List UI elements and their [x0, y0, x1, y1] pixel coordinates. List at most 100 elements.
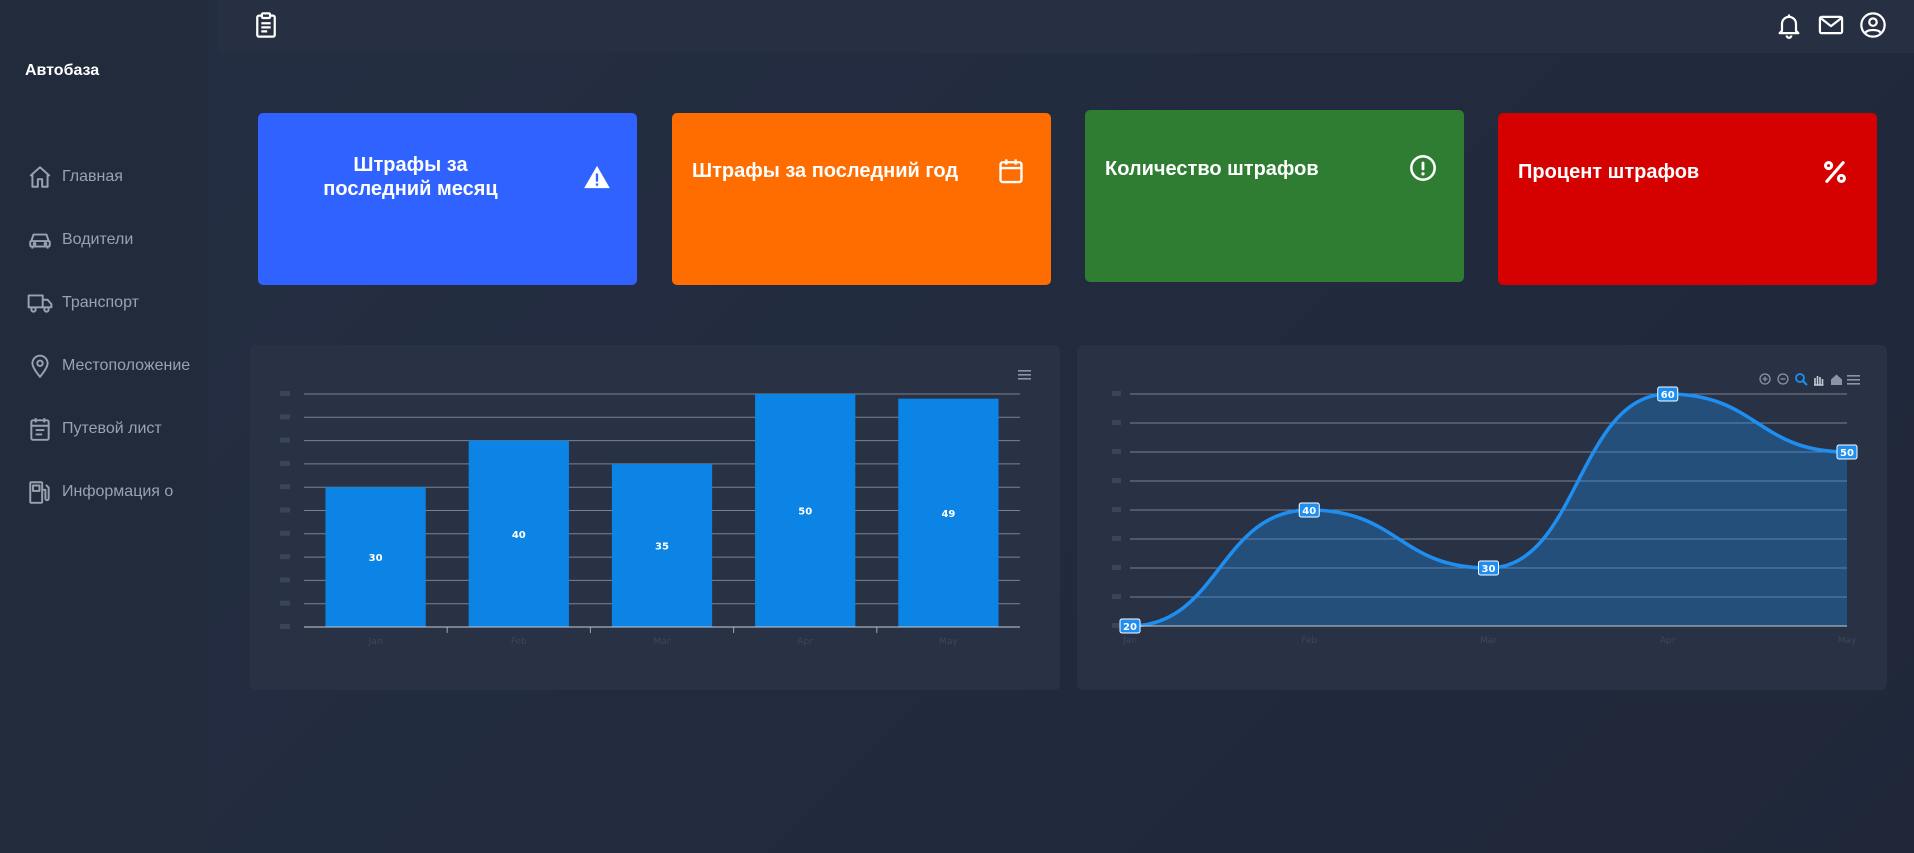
x-tick-label: Jan	[368, 637, 383, 647]
bell-icon[interactable]	[1775, 11, 1803, 39]
location-pin-icon	[31, 354, 49, 378]
y-tick-label	[280, 530, 290, 536]
home-icon	[29, 165, 51, 188]
x-tick-label: Apr	[797, 637, 813, 647]
calendar-icon	[999, 159, 1023, 184]
brand-title: Автобаза	[25, 62, 100, 79]
card-fines-last-month[interactable]: Штрафы за последний месяц	[258, 113, 637, 285]
menu-icon-line	[1847, 375, 1860, 377]
sidebar-item-label: Местоположение	[62, 356, 191, 374]
data-label: 50	[798, 507, 812, 518]
sidebar-item-transport[interactable]: Транспорт	[0, 271, 208, 334]
card-title: Количество штрафов	[1105, 158, 1319, 180]
y-tick-label	[280, 600, 290, 606]
y-tick-label	[1112, 420, 1121, 425]
x-tick-label: Feb	[1301, 636, 1317, 646]
data-label: 60	[1661, 390, 1675, 401]
sidebar-item-waybill[interactable]: Путевой лист	[0, 397, 208, 460]
chart-toolbar	[1759, 373, 1842, 386]
data-label: 50	[1840, 448, 1854, 459]
pan-icon[interactable]	[1814, 376, 1824, 386]
x-tick-label: Mar	[654, 637, 671, 647]
car-icon	[29, 233, 51, 249]
menu-icon-line	[1847, 379, 1860, 381]
menu-icon-line	[1018, 378, 1031, 380]
y-tick-label	[280, 624, 290, 629]
card-title: Штрафы за последний месяц	[323, 154, 498, 200]
area-chart-panel: 20 Jan 40 Feb 30 Mar 60 Apr 50 May	[1077, 345, 1887, 690]
alert-circle-icon	[1410, 155, 1436, 181]
zoom-out-icon[interactable]	[1777, 373, 1789, 385]
y-tick-label	[1112, 391, 1121, 396]
y-tick-label	[1112, 507, 1121, 512]
sidebar: Автобаза Главная Водители Транспорт Мест…	[0, 0, 208, 853]
sidebar-item-location[interactable]: Местоположение	[0, 334, 208, 397]
truck-icon	[27, 293, 53, 313]
sidebar-item-label: Путевой лист	[62, 419, 162, 437]
data-label: 40	[1302, 506, 1316, 517]
card-title: Штрафы за последний год	[692, 160, 959, 182]
menu-icon[interactable]	[1018, 370, 1031, 380]
x-tick-label: Apr	[1660, 636, 1676, 646]
y-tick-label	[280, 577, 290, 583]
y-tick-label	[1112, 536, 1121, 541]
pan-hand	[1814, 376, 1824, 386]
menu-icon-line	[1847, 383, 1860, 385]
percent-icon	[1824, 161, 1846, 183]
data-label: 49	[941, 509, 955, 520]
x-tick-label: Feb	[511, 637, 527, 647]
y-tick-label	[280, 484, 290, 490]
y-tick-label	[280, 554, 290, 560]
sidebar-item-drivers[interactable]: Водители	[0, 208, 208, 271]
sidebar-item-label: Транспорт	[62, 293, 139, 311]
home-shape	[1831, 374, 1842, 385]
zoom-select-icon[interactable]	[1795, 373, 1808, 386]
data-label: 40	[512, 530, 526, 541]
sidebar-item-home[interactable]: Главная	[0, 145, 208, 208]
sidebar-nav: Главная Водители Транспорт Местоположени…	[0, 145, 208, 523]
warning-icon	[584, 165, 610, 189]
zoom-select-handle	[1802, 380, 1808, 386]
menu-icon-line	[1018, 374, 1031, 376]
y-tick-label	[280, 460, 290, 466]
x-tick-label: Jan	[1122, 636, 1137, 646]
area-chart: 20 Jan 40 Feb 30 Mar 60 Apr 50 May	[1112, 373, 1860, 646]
sidebar-item-info[interactable]: Информация о	[0, 460, 208, 523]
sidebar-item-label: Водители	[62, 230, 134, 248]
y-tick-label	[280, 507, 290, 513]
bar-chart-panel: 30 Jan 40 Feb 35 Mar 50 Apr 49 May	[250, 345, 1060, 690]
data-label: 30	[369, 553, 383, 564]
fuel-station-icon	[29, 480, 50, 504]
y-tick-label	[280, 437, 290, 443]
y-tick-label	[1112, 478, 1121, 483]
top-bar	[218, 0, 1914, 53]
menu-icon-line	[1018, 370, 1031, 372]
card-fines-last-year[interactable]: Штрафы за последний год	[672, 113, 1051, 285]
data-label: 20	[1123, 622, 1137, 633]
clipboard-icon[interactable]	[252, 11, 280, 39]
data-label: 30	[1482, 564, 1496, 575]
y-tick-label	[1112, 594, 1121, 599]
card-title: Процент штрафов	[1518, 161, 1700, 183]
y-tick-label	[280, 414, 290, 420]
sidebar-item-label: Информация о	[62, 482, 174, 500]
y-tick-label	[280, 391, 290, 396]
reset-home-icon[interactable]	[1831, 374, 1842, 386]
zoom-in-icon[interactable]	[1759, 373, 1771, 385]
y-tick-label	[1112, 565, 1121, 570]
sidebar-item-label: Главная	[62, 167, 123, 185]
x-tick-label: May	[939, 637, 958, 647]
data-label: 35	[655, 541, 669, 552]
bar-chart: 30 Jan 40 Feb 35 Mar 50 Apr 49 May	[280, 370, 1031, 647]
waybill-icon	[30, 417, 50, 441]
menu-icon[interactable]	[1847, 375, 1860, 385]
x-tick-label: Mar	[1480, 636, 1497, 646]
zoom-in-plus	[1762, 376, 1768, 382]
user-circle-icon[interactable]	[1859, 11, 1887, 39]
card-fines-count[interactable]: Количество штрафов	[1085, 110, 1464, 282]
zoom-select-ring	[1795, 373, 1805, 383]
y-tick-label	[1112, 449, 1121, 454]
card-fines-percent[interactable]: Процент штрафов	[1498, 113, 1877, 285]
mail-icon[interactable]	[1817, 11, 1845, 39]
x-tick-label: May	[1838, 636, 1857, 646]
